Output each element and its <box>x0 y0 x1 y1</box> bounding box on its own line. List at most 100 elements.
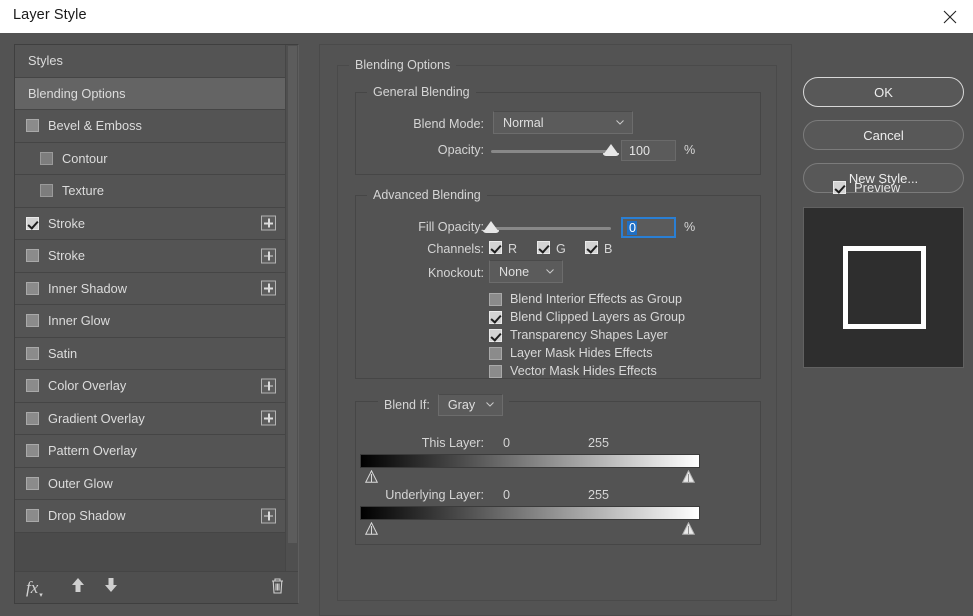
style-row-stroke[interactable]: Stroke <box>15 240 286 273</box>
blend-mode-label: Blend Mode: <box>413 117 484 131</box>
style-row-satin[interactable]: Satin <box>15 337 286 370</box>
option-vector-mask-hides-effects[interactable]: Vector Mask Hides Effects <box>489 364 657 378</box>
styles-scrollbar[interactable] <box>285 45 298 572</box>
underlying-layer-black-slider[interactable] <box>364 521 379 535</box>
add-effect-icon[interactable] <box>261 248 276 264</box>
add-effect-icon[interactable] <box>261 378 276 394</box>
add-effect-icon[interactable] <box>261 215 276 231</box>
style-checkbox[interactable] <box>26 216 39 230</box>
style-checkbox[interactable] <box>26 119 39 133</box>
option-checkbox[interactable] <box>489 310 502 324</box>
style-row-inner-shadow[interactable]: Inner Shadow <box>15 272 286 305</box>
window-title: Layer Style <box>13 7 87 23</box>
style-checkbox[interactable] <box>26 314 39 328</box>
this-layer-black-slider[interactable] <box>364 469 379 483</box>
blend-mode-dropdown[interactable]: Normal <box>493 111 633 134</box>
style-checkbox[interactable] <box>26 346 39 360</box>
option-checkbox[interactable] <box>489 364 502 378</box>
opacity-slider-track[interactable] <box>491 150 611 153</box>
style-row-label: Stroke <box>48 215 85 231</box>
channel-checkbox-g[interactable] <box>537 241 550 254</box>
arrow-up-icon[interactable] <box>70 577 86 599</box>
channels-label: Channels: <box>427 242 484 256</box>
blend-if-legend: Blend If: Gray <box>378 394 509 416</box>
style-row-gradient-overlay[interactable]: Gradient Overlay <box>15 402 286 435</box>
cancel-button[interactable]: Cancel <box>803 120 964 150</box>
channel-checkbox-r[interactable] <box>489 241 502 254</box>
window-titlebar: Layer Style <box>0 0 973 33</box>
opacity-slider-handle[interactable] <box>603 144 619 156</box>
chevron-down-icon <box>616 119 624 125</box>
arrow-down-icon[interactable] <box>103 577 119 599</box>
style-row-blending-options[interactable]: Blending Options <box>15 77 286 110</box>
style-checkbox[interactable] <box>40 151 53 165</box>
style-preview-thumbnail <box>803 207 964 368</box>
close-icon[interactable] <box>927 0 973 33</box>
fill-opacity-slider-track[interactable] <box>491 227 611 230</box>
option-blend-interior-effects-as-group[interactable]: Blend Interior Effects as Group <box>489 292 682 306</box>
style-row-outer-glow[interactable]: Outer Glow <box>15 467 286 500</box>
option-label: Transparency Shapes Layer <box>510 328 668 342</box>
add-effect-icon[interactable] <box>261 410 276 426</box>
trash-icon[interactable] <box>270 577 285 599</box>
ok-button[interactable]: OK <box>803 77 964 107</box>
fill-opacity-input[interactable]: 0 <box>621 217 676 238</box>
knockout-dropdown[interactable]: None <box>489 260 563 283</box>
blend-if-channel-dropdown[interactable]: Gray <box>437 394 503 416</box>
option-label: Blend Interior Effects as Group <box>510 292 682 306</box>
chevron-down-icon <box>546 268 554 274</box>
style-row-label: Blending Options <box>28 85 126 101</box>
channel-checkbox-b[interactable] <box>585 241 598 254</box>
blending-options-panel: Blending Options General Blending Blend … <box>319 44 792 616</box>
add-effect-icon[interactable] <box>261 508 276 524</box>
style-checkbox[interactable] <box>26 411 39 425</box>
chevron-down-icon <box>486 402 494 407</box>
style-checkbox[interactable] <box>40 184 53 198</box>
knockout-value: None <box>499 264 530 279</box>
style-row-inner-glow[interactable]: Inner Glow <box>15 305 286 338</box>
style-row-texture[interactable]: Texture <box>15 175 286 208</box>
styles-list[interactable]: Styles Blending Options Bevel & Emboss Cont… <box>15 45 286 572</box>
style-checkbox[interactable] <box>26 379 39 393</box>
add-effect-icon[interactable] <box>261 280 276 296</box>
style-row-styles[interactable]: Styles <box>15 45 286 78</box>
blending-options-legend: Blending Options <box>349 58 457 72</box>
fx-menu-icon[interactable]: fx▾ <box>26 578 43 599</box>
blend-if-label: Blend If: <box>384 398 430 412</box>
fill-opacity-slider-handle[interactable] <box>483 221 499 233</box>
style-row-stroke[interactable]: Stroke <box>15 207 286 240</box>
option-checkbox[interactable] <box>489 328 502 342</box>
style-row-label: Inner Glow <box>48 313 110 329</box>
style-row-label: Drop Shadow <box>48 508 126 524</box>
style-checkbox[interactable] <box>26 509 39 523</box>
style-row-bevel-emboss[interactable]: Bevel & Emboss <box>15 110 286 143</box>
styles-scrollbar-thumb[interactable] <box>288 46 297 543</box>
blending-options-group: Blending Options General Blending Blend … <box>337 58 777 601</box>
option-transparency-shapes-layer[interactable]: Transparency Shapes Layer <box>489 328 668 342</box>
option-checkbox[interactable] <box>489 346 502 360</box>
preview-checkbox[interactable]: Preview <box>833 180 900 195</box>
fill-opacity-label: Fill Opacity: <box>418 220 484 234</box>
option-label: Blend Clipped Layers as Group <box>510 310 686 324</box>
style-row-pattern-overlay[interactable]: Pattern Overlay <box>15 435 286 468</box>
this-layer-white-slider[interactable] <box>681 469 696 483</box>
style-row-contour[interactable]: Contour <box>15 142 286 175</box>
underlying-layer-white-slider[interactable] <box>681 521 696 535</box>
option-checkbox[interactable] <box>489 292 502 306</box>
opacity-label: Opacity: <box>437 143 484 157</box>
style-checkbox[interactable] <box>26 249 39 263</box>
style-checkbox[interactable] <box>26 281 39 295</box>
styles-toolbar: fx▾ <box>15 571 298 603</box>
option-layer-mask-hides-effects[interactable]: Layer Mask Hides Effects <box>489 346 653 360</box>
style-row-drop-shadow[interactable]: Drop Shadow <box>15 500 286 533</box>
style-checkbox[interactable] <box>26 476 39 490</box>
option-blend-clipped-layers-as-group[interactable]: Blend Clipped Layers as Group <box>489 310 685 324</box>
this-layer-label: This Layer: <box>421 436 484 450</box>
style-row-color-overlay[interactable]: Color Overlay <box>15 370 286 403</box>
style-row-label: Color Overlay <box>48 378 127 394</box>
opacity-input[interactable]: 100 <box>621 140 676 161</box>
underlying-layer-gradient-bar[interactable] <box>360 506 700 520</box>
general-blending-legend: General Blending <box>367 85 476 99</box>
this-layer-gradient-bar[interactable] <box>360 454 700 468</box>
style-checkbox[interactable] <box>26 444 39 458</box>
